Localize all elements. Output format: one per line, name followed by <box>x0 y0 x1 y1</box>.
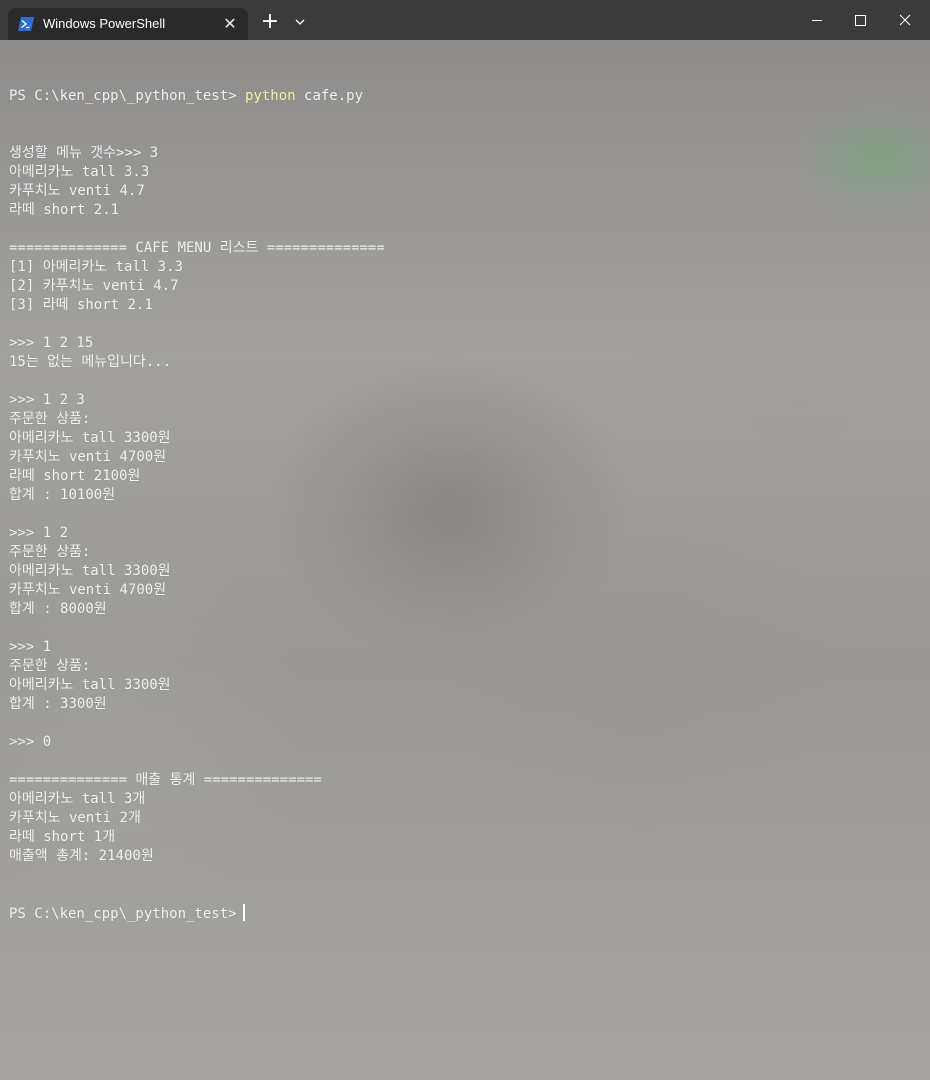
output-line: 15는 없는 메뉴입니다... <box>9 354 172 370</box>
new-tab-button[interactable]: + <box>258 10 282 34</box>
tab-title: Windows PowerShell <box>43 16 166 31</box>
output-line: >>> 1 2 15 <box>9 335 94 351</box>
close-icon[interactable] <box>883 0 929 40</box>
terminal-output[interactable]: PS C:\ken_cpp\_python_test> python cafe.… <box>9 49 924 961</box>
output-line: 아메리카노 tall 3300원 <box>9 563 171 579</box>
powershell-icon <box>18 17 34 31</box>
minimize-icon[interactable] <box>795 0 841 40</box>
command-line: PS C:\ken_cpp\_python_test> python cafe.… <box>9 87 924 106</box>
output-line: >>> 0 <box>9 734 52 750</box>
tab-windows-powershell[interactable]: Windows PowerShell ✕ <box>8 8 248 40</box>
output-line: 아메리카노 tall 3.3 <box>9 164 150 180</box>
output-line: 생성할 메뉴 갯수>>> 3 <box>9 145 159 161</box>
output-line: 아메리카노 tall 3300원 <box>9 430 171 446</box>
output-line: 주문한 상품: <box>9 411 91 427</box>
output-line: >>> 1 2 <box>9 525 69 541</box>
output-line: 합계 : 10100원 <box>9 487 116 503</box>
output-line: 카푸치노 venti 4700원 <box>9 582 167 598</box>
final-prompt-line[interactable]: PS C:\ken_cpp\_python_test> <box>9 904 924 923</box>
output-line: [3] 라떼 short 2.1 <box>9 297 153 313</box>
output-line: 카푸치노 venti 4.7 <box>9 183 145 199</box>
output-line: 합계 : 8000원 <box>9 601 107 617</box>
output-line: >>> 1 2 3 <box>9 392 85 408</box>
final-prompt: PS C:\ken_cpp\_python_test> <box>9 906 237 922</box>
maximize-icon[interactable] <box>837 0 883 40</box>
output-line: 주문한 상품: <box>9 658 91 674</box>
powershell-window: Windows PowerShell ✕ + PS C:\ken_cpp\_py… <box>0 0 930 1080</box>
output-line: 아메리카노 tall 3개 <box>9 791 146 807</box>
output-line: 매출액 총계: 21400원 <box>9 848 154 864</box>
output-line: ============== CAFE MENU 리스트 ===========… <box>9 240 385 256</box>
output-line: >>> 1 <box>9 639 52 655</box>
output-line: 라떼 short 1개 <box>9 829 116 845</box>
command-program: python <box>245 88 296 104</box>
output-line: 카푸치노 venti 2개 <box>9 810 141 826</box>
output-line: [2] 카푸치노 venti 4.7 <box>9 278 179 294</box>
close-tab-icon[interactable]: ✕ <box>220 14 240 34</box>
output-line: [1] 아메리카노 tall 3.3 <box>9 259 183 275</box>
output-line: 주문한 상품: <box>9 544 91 560</box>
output-line: 합계 : 3300원 <box>9 696 107 712</box>
output-line: 아메리카노 tall 3300원 <box>9 677 171 693</box>
text-cursor <box>242 904 245 921</box>
chevron-down-icon[interactable] <box>290 12 310 32</box>
prompt: PS C:\ken_cpp\_python_test> <box>9 88 246 104</box>
output-line: 라떼 short 2100원 <box>9 468 141 484</box>
output-line: 카푸치노 venti 4700원 <box>9 449 167 465</box>
output-line: ============== 매출 통계 ============== <box>9 772 322 788</box>
title-bar: Windows PowerShell ✕ + <box>0 0 930 40</box>
output-line: 라떼 short 2.1 <box>9 202 120 218</box>
output-lines: 생성할 메뉴 갯수>>> 3 아메리카노 tall 3.3 카푸치노 venti 4… <box>9 144 924 866</box>
command-args: cafe.py <box>295 88 364 104</box>
